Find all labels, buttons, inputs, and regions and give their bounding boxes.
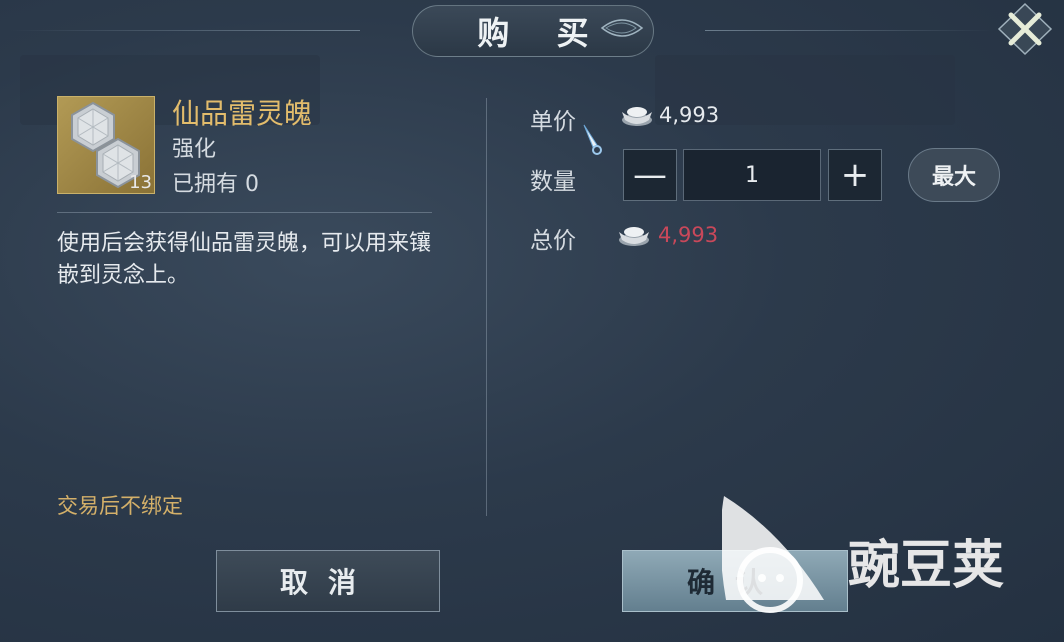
item-stack-count: 13 bbox=[129, 172, 152, 193]
quantity-label: 数量 bbox=[530, 169, 576, 195]
dialog-title: 购 买 bbox=[477, 14, 607, 52]
max-quantity-button[interactable]: 最大 bbox=[908, 148, 1000, 202]
item-type: 强化 bbox=[172, 137, 217, 162]
decrease-quantity-button[interactable]: — bbox=[623, 149, 677, 201]
header-divider-right bbox=[705, 30, 995, 31]
total-price-label: 总价 bbox=[530, 228, 576, 254]
item-divider bbox=[57, 212, 432, 213]
item-name: 仙品雷灵魄 bbox=[172, 97, 313, 130]
silver-ingot-icon bbox=[619, 227, 649, 246]
ornament-right-icon bbox=[600, 19, 644, 37]
header-divider-left bbox=[10, 30, 360, 31]
silver-ingot-icon bbox=[622, 107, 652, 126]
unit-price-label: 单价 bbox=[530, 109, 576, 135]
panel-divider bbox=[486, 98, 487, 516]
quantity-input[interactable] bbox=[683, 149, 821, 201]
item-description: 使用后会获得仙品雷灵魄，可以用来镶嵌到灵念上。 bbox=[57, 231, 432, 288]
cancel-button[interactable]: 取消 bbox=[216, 550, 440, 612]
item-owned-count: 已拥有 0 bbox=[172, 172, 259, 197]
increase-quantity-button[interactable]: + bbox=[828, 149, 882, 201]
total-price-value: 4,993 bbox=[658, 223, 719, 247]
item-icon: 13 bbox=[57, 96, 155, 194]
close-icon[interactable] bbox=[997, 2, 1053, 56]
bind-status-note: 交易后不绑定 bbox=[57, 494, 183, 518]
dialog-header: 购 买 bbox=[0, 0, 1064, 60]
watermark-text: 豌豆荚 bbox=[848, 536, 1005, 596]
unit-price-value: 4,993 bbox=[659, 103, 720, 127]
sword-cursor-icon bbox=[583, 124, 602, 155]
